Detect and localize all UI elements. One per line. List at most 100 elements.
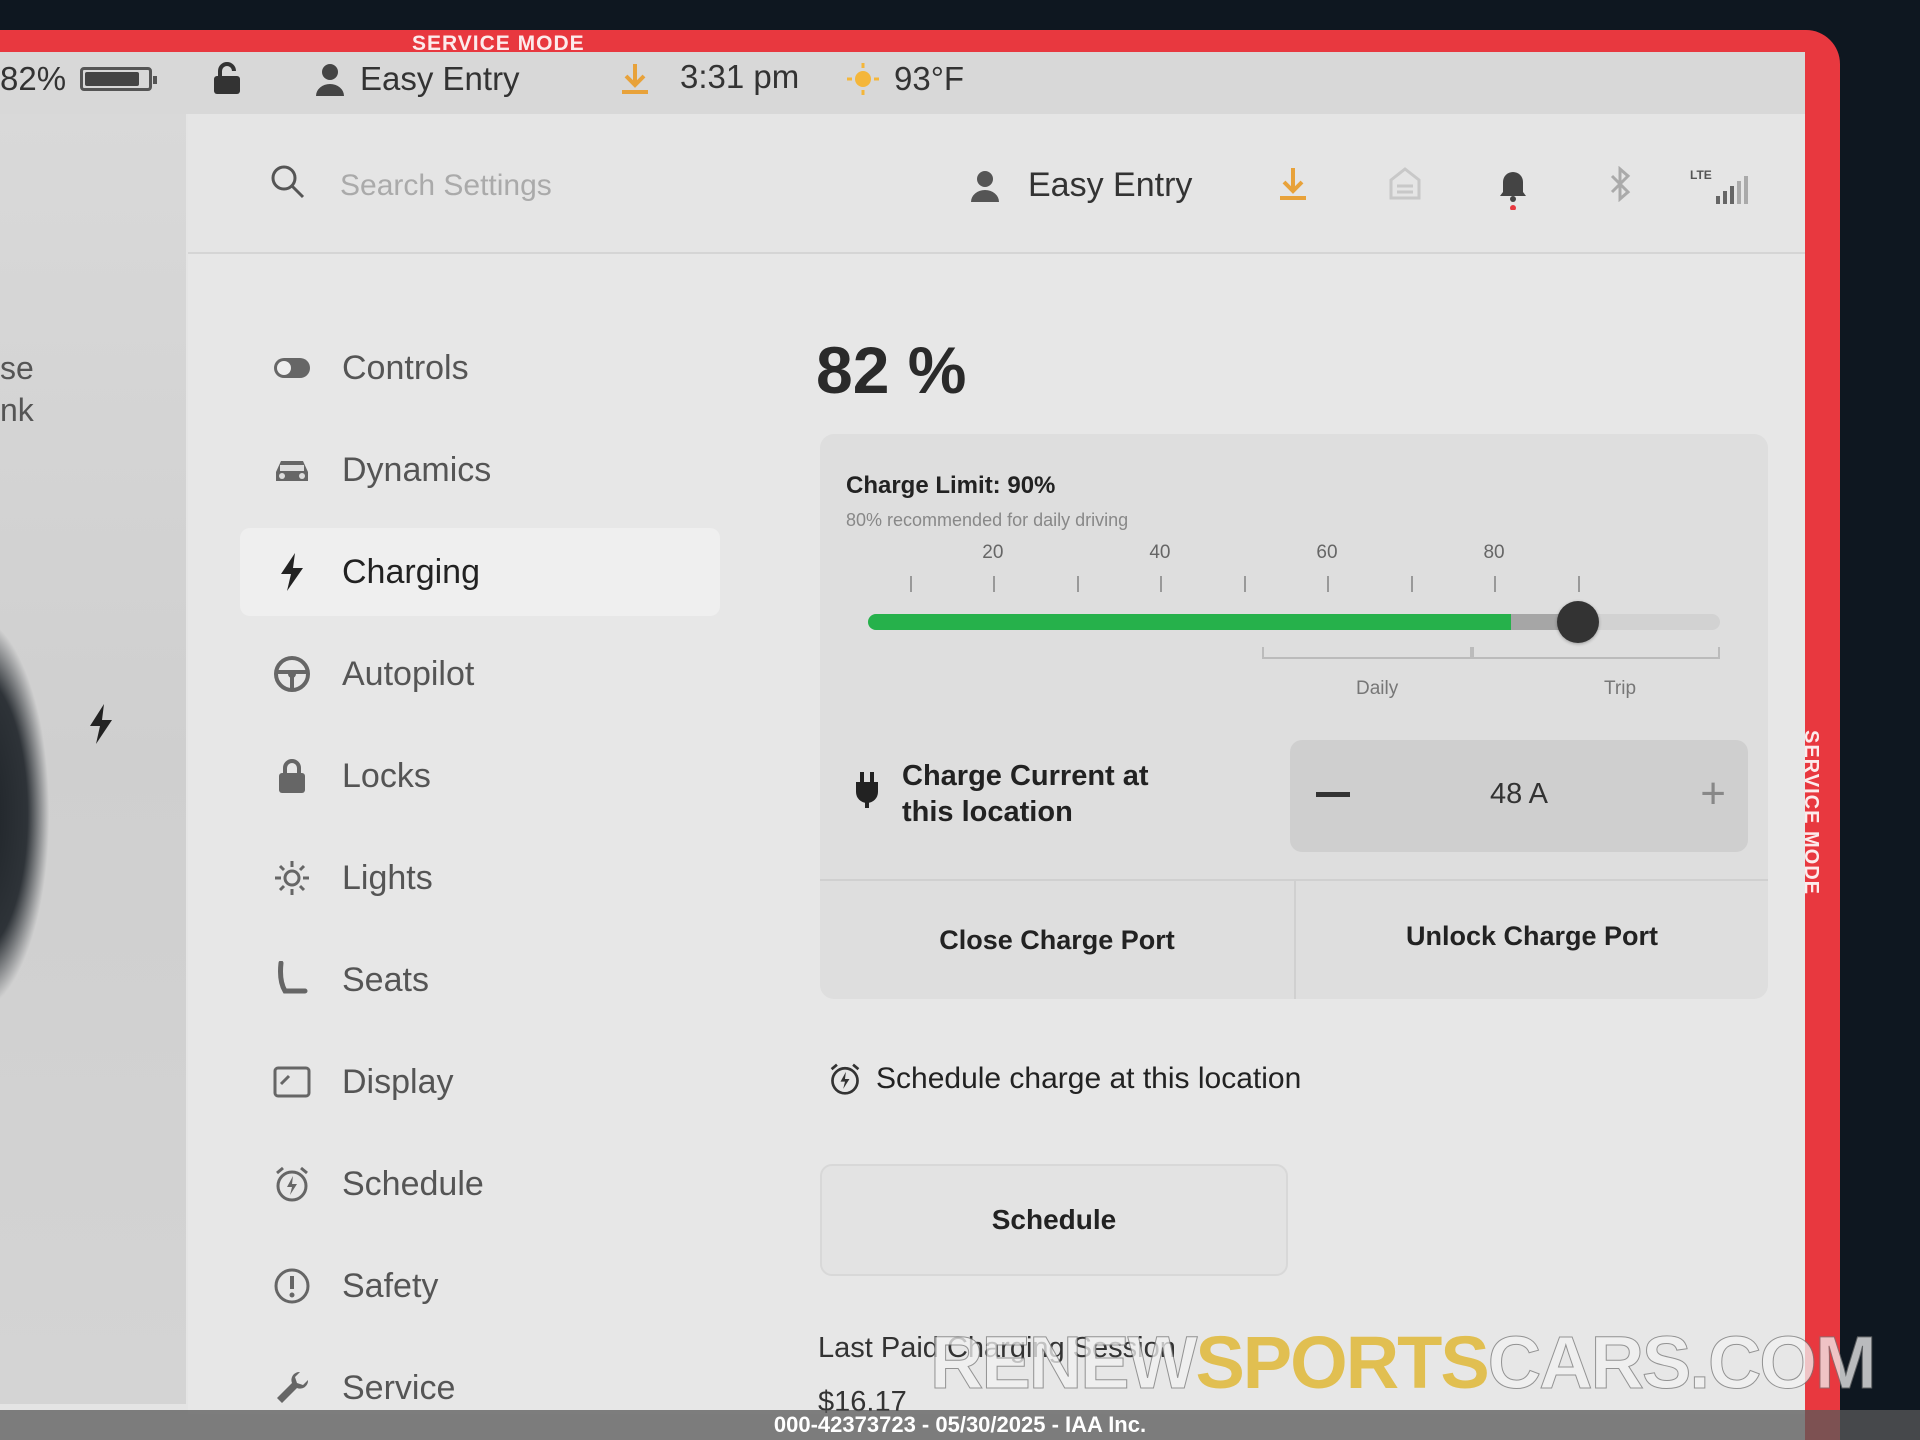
settings-sidebar: Controls Dynamics Charging Autopilot Loc… xyxy=(240,324,720,1440)
schedule-charge-header: Schedule charge at this location xyxy=(828,1062,1301,1096)
charge-limit-slider[interactable] xyxy=(868,601,1720,643)
slider-tick xyxy=(1578,576,1580,592)
charge-port-actions: Close Charge Port Unlock Charge Port xyxy=(820,879,1768,999)
search-icon xyxy=(271,165,305,199)
car-visualization[interactable]: se nk xyxy=(0,114,186,1404)
trip-range-bracket xyxy=(1472,647,1720,659)
schedule-button[interactable]: Schedule xyxy=(820,1164,1288,1276)
watermark: RENEWSPORTSCARS.COM xyxy=(929,1320,1877,1405)
bolt-icon xyxy=(272,552,312,592)
settings-header: Easy Entry LTE xyxy=(188,114,1805,254)
battery-percent: 82% xyxy=(0,60,67,97)
header-profile[interactable]: Easy Entry xyxy=(970,166,1192,205)
sidebar-item-locks[interactable]: Locks xyxy=(240,732,720,820)
alarm-clock-icon xyxy=(830,1063,860,1095)
seat-icon xyxy=(272,960,312,1000)
range-label-daily: Daily xyxy=(1356,678,1399,699)
unlock-charge-port-button[interactable]: Unlock Charge Port xyxy=(1296,877,1768,995)
sidebar-item-lights[interactable]: Lights xyxy=(240,834,720,922)
search-input[interactable] xyxy=(340,164,760,208)
charge-current-row: Charge Current at this location 48 A + xyxy=(820,732,1768,852)
daily-range-bracket xyxy=(1262,647,1472,659)
header-profile-name: Easy Entry xyxy=(1028,166,1193,204)
charge-limit-label: Charge Limit: 90% xyxy=(846,472,1056,499)
sidebar-item-label: Charging xyxy=(342,552,480,591)
increase-current-button[interactable]: + xyxy=(1700,772,1726,816)
sidebar-item-controls[interactable]: Controls xyxy=(240,324,720,412)
charge-current-label: Charge Current at this location xyxy=(902,760,1149,828)
sidebar-item-label: Autopilot xyxy=(342,654,475,693)
slider-tick-label: 60 xyxy=(1316,542,1338,563)
slider-tick xyxy=(1243,576,1246,592)
garage-icon[interactable] xyxy=(1388,166,1422,200)
download-icon[interactable] xyxy=(1278,166,1308,202)
person-icon xyxy=(316,64,344,96)
sidebar-item-charging[interactable]: Charging xyxy=(240,528,720,616)
download-icon[interactable] xyxy=(620,62,650,96)
sidebar-item-dynamics[interactable]: Dynamics xyxy=(240,426,720,514)
bell-icon[interactable] xyxy=(1498,166,1528,210)
sidebar-item-safety[interactable]: Safety xyxy=(240,1242,720,1330)
temperature: 93°F xyxy=(894,60,965,97)
slider-tick xyxy=(1160,576,1163,592)
footer-caption: 000-42373723 - 05/30/2025 - IAA Inc. xyxy=(0,1410,1920,1440)
alarm-clock-icon xyxy=(272,1164,312,1204)
sun-weather-icon xyxy=(847,63,879,95)
unlock-icon[interactable] xyxy=(210,62,244,96)
sidebar-item-display[interactable]: Display xyxy=(240,1038,720,1126)
plug-icon xyxy=(856,772,878,808)
slider-tick xyxy=(1076,576,1079,592)
slider-tick xyxy=(1410,576,1413,592)
status-profile-name: Easy Entry xyxy=(360,60,520,97)
lock-icon xyxy=(272,756,312,796)
slider-tick xyxy=(993,576,996,592)
car-image xyxy=(0,614,50,1014)
battery-status: 82% xyxy=(0,60,158,98)
sidebar-item-label: Safety xyxy=(342,1266,439,1305)
lte-label: LTE xyxy=(1690,168,1712,182)
battery-level: 82 % xyxy=(816,333,967,407)
sidebar-item-label: Display xyxy=(342,1062,454,1101)
alert-circle-icon xyxy=(272,1266,312,1306)
car-area-text-1: se xyxy=(0,350,34,386)
cellular-signal-icon[interactable] xyxy=(1716,176,1748,204)
bluetooth-icon[interactable] xyxy=(1608,166,1634,202)
charge-current-stepper: 48 A + xyxy=(1290,740,1748,852)
sidebar-item-schedule[interactable]: Schedule xyxy=(240,1140,720,1228)
sidebar-item-seats[interactable]: Seats xyxy=(240,936,720,1024)
charge-level-fill xyxy=(868,614,1512,630)
sidebar-item-label: Schedule xyxy=(342,1164,484,1203)
sidebar-item-autopilot[interactable]: Autopilot xyxy=(240,630,720,718)
sidebar-item-label: Controls xyxy=(342,348,469,387)
charging-bolt-icon xyxy=(90,704,112,744)
slider-tick-label: 20 xyxy=(982,542,1004,563)
slider-tick-label: 40 xyxy=(1149,542,1171,563)
wrench-icon xyxy=(272,1368,312,1408)
slider-tick xyxy=(909,576,912,592)
battery-icon xyxy=(80,67,158,91)
close-charge-port-button[interactable]: Close Charge Port xyxy=(820,881,1294,999)
slider-tick xyxy=(1494,576,1497,592)
charge-limit-hint: 80% recommended for daily driving xyxy=(846,510,1129,530)
display-icon xyxy=(272,1062,312,1102)
toggle-icon xyxy=(272,348,312,388)
car-icon xyxy=(272,450,312,490)
weather: 93°F xyxy=(846,60,964,98)
clock-time: 3:31 pm xyxy=(680,58,800,95)
range-label-trip: Trip xyxy=(1604,678,1637,699)
car-area-text-2: nk xyxy=(0,392,34,428)
sidebar-item-label: Seats xyxy=(342,960,429,999)
watermark-part-1: RENEW xyxy=(929,1321,1197,1405)
sidebar-item-label: Service xyxy=(342,1368,456,1407)
watermark-part-2: SPORTS xyxy=(1195,1321,1489,1404)
status-profile[interactable]: Easy Entry xyxy=(314,60,520,98)
slider-handle[interactable] xyxy=(1557,601,1599,643)
sidebar-item-label: Dynamics xyxy=(342,450,492,489)
sidebar-item-label: Locks xyxy=(342,756,431,795)
person-icon xyxy=(971,170,999,202)
charge-settings-card: Charge Limit: 90% 80% recommended for da… xyxy=(820,434,1768,999)
sidebar-item-label: Lights xyxy=(342,858,433,897)
schedule-charge-label: Schedule charge at this location xyxy=(876,1062,1302,1095)
settings-panel: Easy Entry LTE Controls Dynamics Chargin… xyxy=(188,114,1805,1418)
slider-tick-label: 80 xyxy=(1483,542,1505,563)
